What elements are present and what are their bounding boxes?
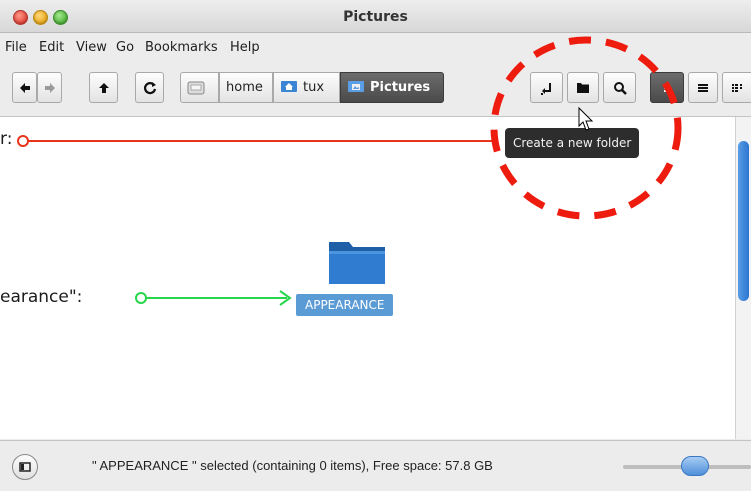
- menu-view[interactable]: View: [76, 40, 107, 55]
- open-terminal-icon: [540, 82, 551, 95]
- compact-view-icon: [732, 83, 742, 92]
- open-terminal-button[interactable]: [530, 72, 563, 103]
- arrow-right-icon: [44, 82, 55, 93]
- scrollbar-thumb[interactable]: [738, 141, 749, 301]
- folder-icon[interactable]: [327, 236, 387, 286]
- back-button[interactable]: [12, 72, 37, 103]
- reload-button[interactable]: [135, 72, 164, 103]
- breadcrumb-home-label: home: [226, 80, 263, 95]
- toggle-sidebar-button[interactable]: [12, 454, 38, 480]
- menu-edit[interactable]: Edit: [39, 40, 64, 55]
- new-folder-icon: [577, 83, 589, 93]
- compact-view-button[interactable]: [722, 72, 751, 103]
- toolbar: home tux Pictures: [0, 60, 751, 117]
- menu-bookmarks[interactable]: Bookmarks: [145, 40, 218, 55]
- menu-file[interactable]: File: [5, 40, 27, 55]
- list-view-button[interactable]: [688, 72, 718, 103]
- annotation-label-top: r:: [0, 129, 13, 149]
- breadcrumb-root[interactable]: [180, 72, 219, 103]
- sidebar-toggle-icon: [19, 462, 31, 472]
- new-folder-button[interactable]: [567, 72, 599, 103]
- window-title: Pictures: [343, 9, 408, 25]
- folder-name-label[interactable]: APPEARANCE: [296, 294, 394, 316]
- up-button[interactable]: [89, 72, 118, 103]
- icon-view-icon: [664, 83, 670, 92]
- search-button[interactable]: [603, 72, 636, 103]
- reload-icon: [143, 81, 156, 94]
- list-view-icon: [698, 83, 708, 92]
- annotation-label-middle: earance":: [0, 287, 83, 307]
- drive-icon: [187, 81, 205, 94]
- menu-help[interactable]: Help: [230, 40, 260, 55]
- pictures-folder-icon: [348, 80, 364, 92]
- status-bar: " APPEARANCE " selected (containing 0 it…: [0, 440, 751, 491]
- breadcrumb-tux-label: tux: [303, 80, 325, 95]
- search-icon: [613, 81, 627, 95]
- arrow-up-icon: [98, 82, 109, 93]
- menu-bar: File Edit View Go Bookmarks Help: [0, 33, 751, 59]
- arrow-left-icon: [19, 82, 30, 93]
- home-folder-icon: [281, 80, 297, 92]
- file-manager-window: Pictures File Edit View Go Bookmarks Hel…: [0, 0, 751, 491]
- title-bar[interactable]: Pictures: [0, 0, 751, 33]
- menu-go[interactable]: Go: [116, 40, 134, 55]
- status-text: " APPEARANCE " selected (containing 0 it…: [92, 458, 493, 473]
- zoom-slider-thumb[interactable]: [681, 456, 709, 476]
- forward-button[interactable]: [37, 72, 62, 103]
- breadcrumb-tux[interactable]: tux: [273, 72, 340, 103]
- new-folder-tooltip: Create a new folder: [505, 128, 640, 158]
- vertical-scrollbar[interactable]: [735, 117, 751, 439]
- icon-view-button[interactable]: [650, 72, 684, 103]
- breadcrumb-pictures[interactable]: Pictures: [340, 72, 444, 103]
- breadcrumb-pictures-label: Pictures: [370, 80, 431, 95]
- breadcrumb-home[interactable]: home: [219, 72, 273, 103]
